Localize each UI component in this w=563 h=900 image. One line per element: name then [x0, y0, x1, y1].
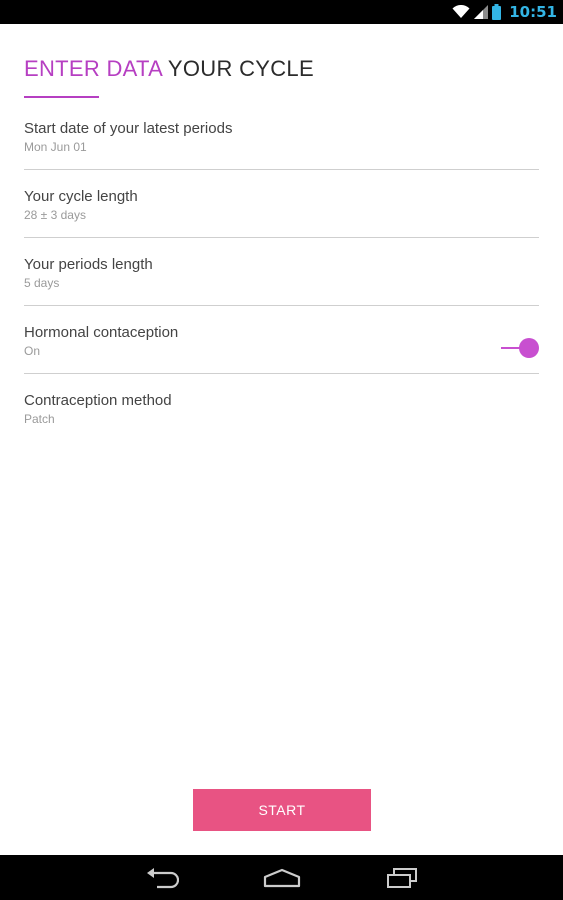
setting-label: Your cycle length	[24, 188, 138, 205]
wifi-icon	[452, 5, 470, 18]
back-button[interactable]	[138, 863, 186, 893]
home-icon	[263, 868, 301, 888]
title-accent: ENTER DATA	[24, 56, 162, 81]
title-underline	[24, 96, 99, 98]
setting-value: 28 ± 3 days	[24, 208, 86, 222]
title-rest: YOUR CYCLE	[161, 56, 314, 81]
nav-bar	[0, 855, 563, 900]
setting-value: 5 days	[24, 276, 60, 290]
setting-value: On	[24, 344, 41, 358]
recent-apps-icon	[387, 868, 417, 888]
setting-periods-length[interactable]: Your periods length 5 days	[24, 238, 539, 306]
setting-cycle-length[interactable]: Your cycle length 28 ± 3 days	[24, 170, 539, 238]
start-button[interactable]: START	[193, 789, 371, 831]
status-bar: 10:51	[0, 0, 563, 24]
status-icons: 10:51	[452, 0, 557, 24]
setting-hormonal-contraception[interactable]: Hormonal contaception On	[24, 306, 539, 374]
home-button[interactable]	[258, 863, 306, 893]
setting-label: Contraception method	[24, 392, 172, 409]
page-title: ENTER DATA YOUR CYCLE	[24, 56, 314, 82]
setting-start-date[interactable]: Start date of your latest periods Mon Ju…	[24, 102, 539, 170]
settings-list: Start date of your latest periods Mon Ju…	[0, 102, 563, 442]
battery-icon	[492, 4, 502, 20]
recent-apps-button[interactable]	[378, 863, 426, 893]
hormonal-contraception-toggle[interactable]	[501, 338, 539, 358]
toggle-thumb	[519, 338, 539, 358]
status-time: 10:51	[509, 3, 557, 21]
back-icon	[147, 868, 179, 889]
setting-value: Patch	[24, 412, 55, 426]
setting-contraception-method[interactable]: Contraception method Patch	[24, 374, 539, 442]
setting-label: Start date of your latest periods	[24, 120, 233, 137]
signal-icon	[474, 5, 489, 19]
setting-value: Mon Jun 01	[24, 140, 87, 154]
setting-label: Hormonal contaception	[24, 324, 179, 341]
setting-label: Your periods length	[24, 256, 153, 273]
